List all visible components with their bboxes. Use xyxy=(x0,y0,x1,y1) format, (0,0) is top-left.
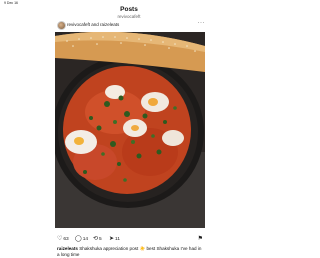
page-header: Posts revivocafeft xyxy=(0,6,258,20)
repost-count: 5 xyxy=(99,236,102,242)
heart-icon: ♡ xyxy=(57,236,63,242)
post-caption: raizeleats Shakshuka appreciation post ☀… xyxy=(57,246,203,258)
comment-count: 14 xyxy=(82,236,89,242)
caption-user[interactable]: raizeleats xyxy=(57,246,78,251)
post-header: revivocafeft and raizeleats ··· xyxy=(57,20,205,30)
caption-text: Shakshuka appreciation post ☀️ best Shak… xyxy=(57,246,202,257)
bookmark-button[interactable]: ⚑ xyxy=(198,236,203,242)
status-bar-time: 9 Dec 16 xyxy=(4,1,19,5)
avatar[interactable] xyxy=(57,21,66,30)
more-icon[interactable]: ··· xyxy=(198,20,206,26)
repost-button[interactable]: ⟲ 5 xyxy=(93,236,102,242)
page-title: Posts xyxy=(120,6,138,13)
repost-icon: ⟲ xyxy=(93,236,99,242)
post-photo[interactable] xyxy=(55,32,205,228)
post-authors[interactable]: revivocafeft and raizeleats xyxy=(67,22,119,27)
post-actions: ♡ 63 ◯ 14 ⟲ 5 ➤ 11 ⚑ xyxy=(57,236,203,244)
comment-button[interactable]: ◯ 14 xyxy=(75,236,88,242)
share-button[interactable]: ➤ 11 xyxy=(109,236,120,242)
bookmark-icon: ⚑ xyxy=(197,236,203,242)
like-count: 63 xyxy=(63,236,69,242)
share-count: 11 xyxy=(115,236,121,242)
comment-icon: ◯ xyxy=(75,236,82,242)
shakshuka-image xyxy=(55,32,205,228)
like-button[interactable]: ♡ 63 xyxy=(57,236,69,242)
share-icon: ➤ xyxy=(109,236,115,242)
